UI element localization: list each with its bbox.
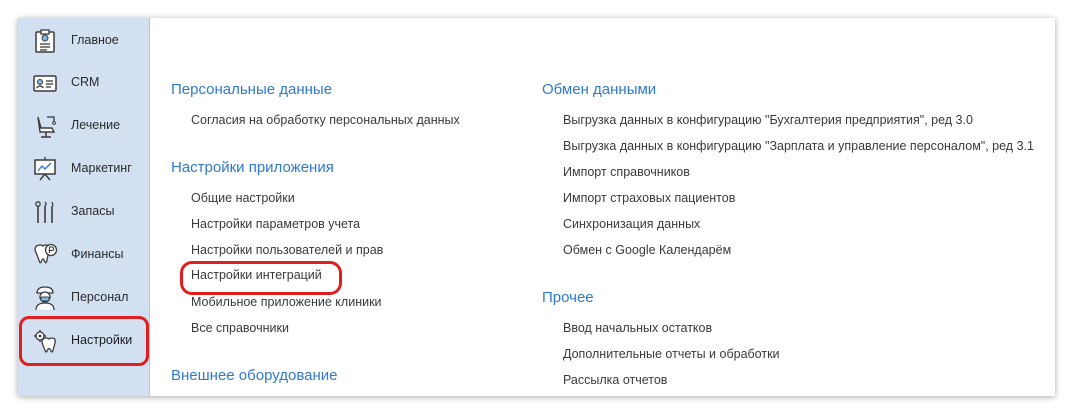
link-general-settings[interactable]: Общие настройки [191, 191, 295, 205]
link-clinic-mobile-app[interactable]: Мобильное приложение клиники [191, 295, 382, 309]
crm-card-icon [32, 70, 58, 96]
link-import-insured-patients[interactable]: Импорт страховых пациентов [563, 191, 735, 205]
section-title-data-exchange[interactable]: Обмен данными [542, 81, 656, 98]
dental-tools-icon [32, 199, 58, 225]
sidebar-item-crm[interactable]: CRM [18, 65, 149, 101]
link-data-sync[interactable]: Синхронизация данных [563, 217, 700, 231]
main-panel: Персональные данные Согласия на обработк… [150, 18, 1055, 396]
sidebar-item-treatment[interactable]: Лечение [18, 108, 149, 144]
presentation-board-icon [32, 156, 58, 182]
link-additional-reports[interactable]: Дополнительные отчеты и обработки [563, 347, 780, 361]
section-title-app-settings[interactable]: Настройки приложения [171, 159, 334, 176]
dental-chair-icon [32, 113, 58, 139]
tooth-gear-icon [32, 328, 58, 354]
link-personal-data-consents[interactable]: Согласия на обработку персональных данны… [191, 113, 460, 127]
link-export-payroll[interactable]: Выгрузка данных в конфигурацию "Зарплата… [563, 139, 1034, 153]
section-title-external-equipment[interactable]: Внешнее оборудование [171, 367, 338, 384]
tooth-coin-icon [32, 242, 58, 268]
link-integration-settings[interactable]: Настройки интеграций [191, 268, 322, 282]
sidebar: Главное CRM Лечение Маркетинг Запасы Фин… [18, 18, 150, 396]
sidebar-item-label: Персонал [71, 290, 129, 304]
sidebar-item-label: Запасы [71, 204, 115, 218]
link-google-calendar-exchange[interactable]: Обмен с Google Календарём [563, 243, 731, 257]
sidebar-item-settings[interactable]: Настройки [18, 323, 149, 359]
link-all-catalogs[interactable]: Все справочники [191, 321, 289, 335]
link-report-mailing[interactable]: Рассылка отчетов [563, 373, 667, 387]
sidebar-item-staff[interactable]: Персонал [18, 280, 149, 316]
sidebar-item-finance[interactable]: Финансы [18, 237, 149, 273]
link-users-and-rights[interactable]: Настройки пользователей и прав [191, 243, 383, 257]
link-export-accounting[interactable]: Выгрузка данных в конфигурацию "Бухгалте… [563, 113, 973, 127]
sidebar-item-label: Финансы [71, 247, 124, 261]
home-list-icon [32, 28, 58, 54]
sidebar-item-marketing[interactable]: Маркетинг [18, 151, 149, 187]
section-title-other[interactable]: Прочее [542, 289, 594, 306]
sidebar-item-stock[interactable]: Запасы [18, 194, 149, 230]
sidebar-item-label: CRM [71, 75, 100, 89]
link-accounting-parameters[interactable]: Настройки параметров учета [191, 217, 360, 231]
sidebar-item-main[interactable]: Главное [18, 23, 149, 59]
app-window: Главное CRM Лечение Маркетинг Запасы Фин… [18, 18, 1055, 396]
section-title-personal-data[interactable]: Персональные данные [171, 81, 332, 98]
link-import-catalogs[interactable]: Импорт справочников [563, 165, 690, 179]
link-opening-balances[interactable]: Ввод начальных остатков [563, 321, 712, 335]
sidebar-item-label: Маркетинг [71, 161, 132, 175]
sidebar-item-label: Лечение [71, 118, 121, 132]
sidebar-item-label: Главное [71, 33, 119, 47]
sidebar-item-label: Настройки [71, 333, 133, 347]
doctor-icon [32, 285, 58, 311]
